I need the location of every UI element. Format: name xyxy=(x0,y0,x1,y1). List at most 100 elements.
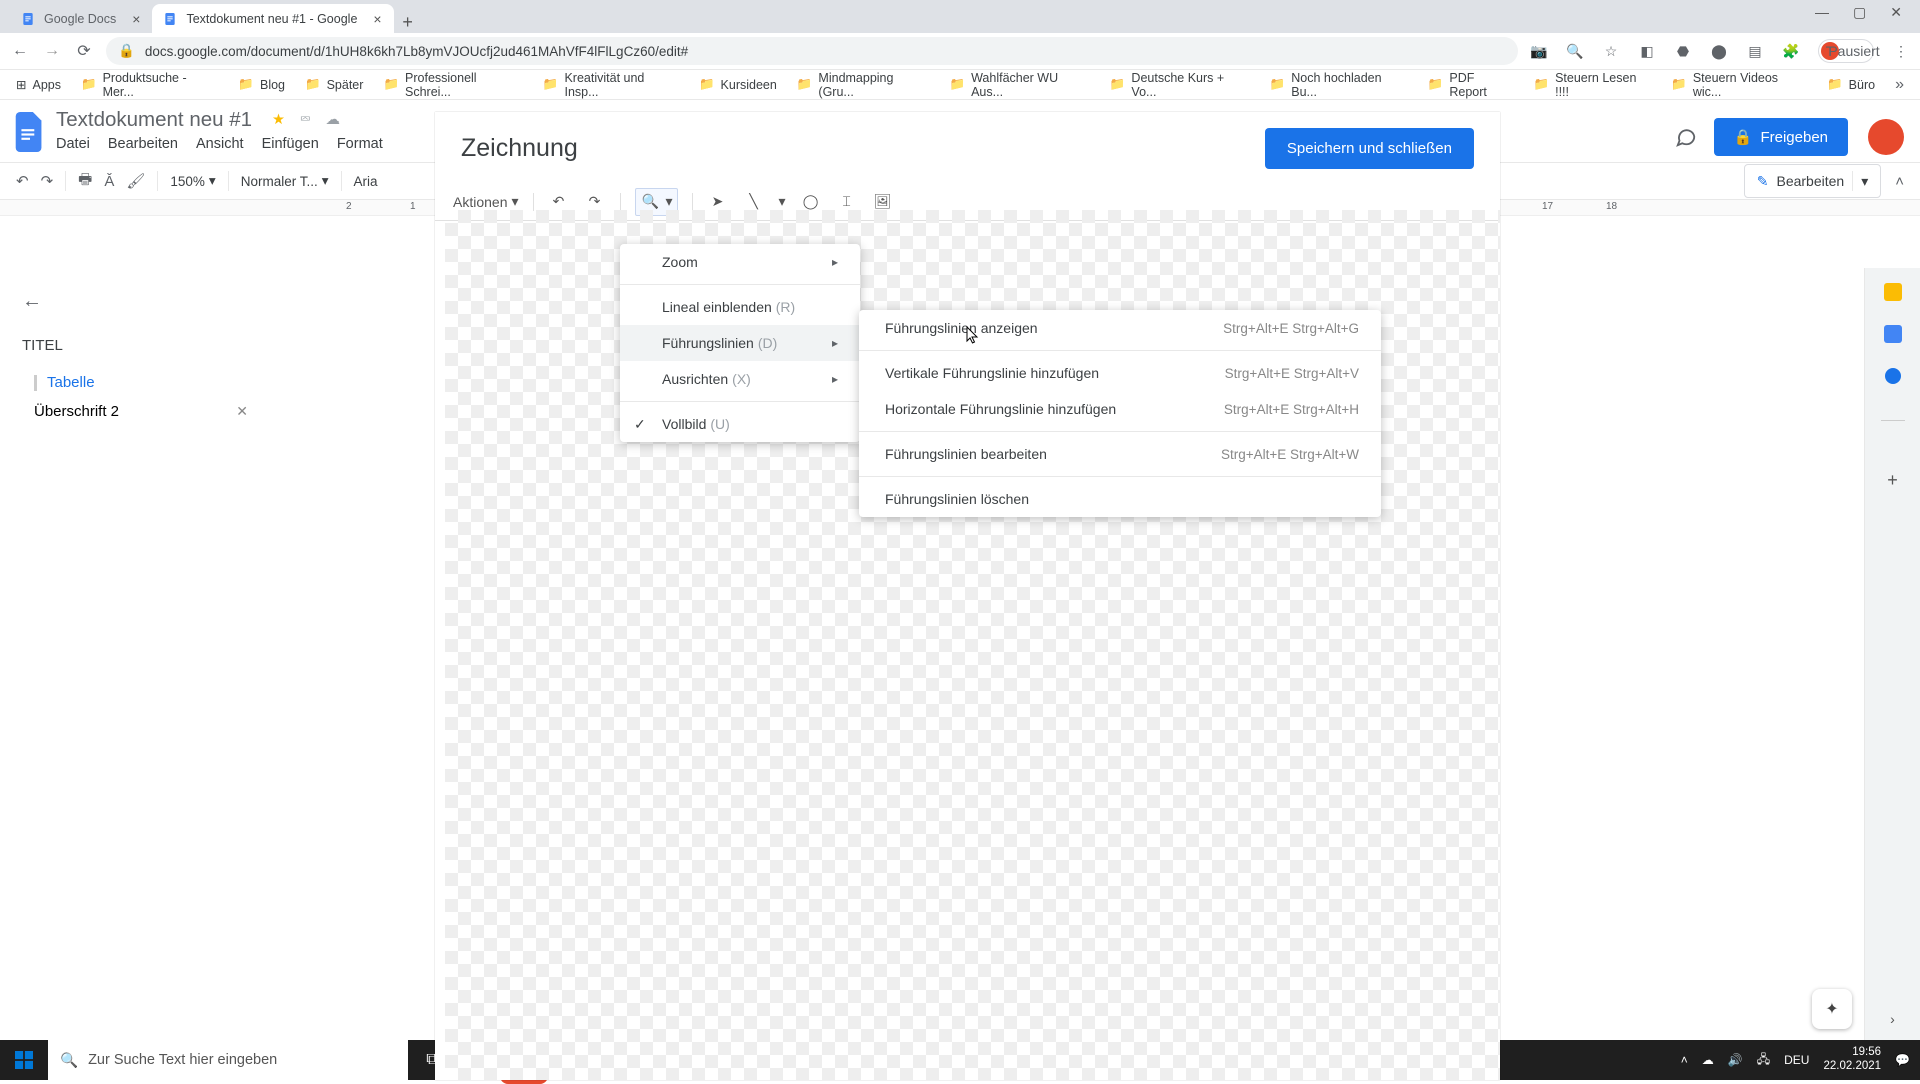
comments-icon[interactable] xyxy=(1674,125,1698,149)
move-icon[interactable]: ⮹ xyxy=(299,112,311,128)
bookmark-item[interactable]: 📁PDF Report xyxy=(1420,72,1522,98)
collapse-button[interactable]: ˄ xyxy=(1895,173,1904,190)
taskbar-search[interactable]: 🔍 Zur Suche Text hier eingeben xyxy=(48,1040,408,1080)
language-indicator[interactable]: DEU xyxy=(1784,1053,1809,1067)
tab-close-icon[interactable]: × xyxy=(373,11,381,27)
bookmark-item[interactable]: 📁Deutsche Kurs + Vo... xyxy=(1102,72,1258,98)
chevron-down-icon[interactable]: ▾ xyxy=(779,193,786,210)
maximize-icon[interactable]: ▢ xyxy=(1853,4,1866,21)
menu-format[interactable]: Format xyxy=(337,136,383,152)
lock-icon[interactable]: 🔒 xyxy=(118,43,135,59)
camera-icon[interactable]: 📷 xyxy=(1530,42,1548,60)
style-select[interactable]: Normaler T...▾ xyxy=(241,173,329,189)
menu-datei[interactable]: Datei xyxy=(56,136,90,152)
profile-chip[interactable]: T Pausiert xyxy=(1818,39,1874,63)
reload-button[interactable]: ⟳ xyxy=(74,41,94,61)
bookmark-item[interactable]: 📁Noch hochladen Bu... xyxy=(1262,72,1416,98)
chevron-down-icon: ▾ xyxy=(209,173,216,189)
collapse-panel-icon[interactable]: › xyxy=(1883,1009,1903,1029)
cloud-status-icon[interactable]: ☁ xyxy=(326,112,341,128)
volume-icon[interactable]: 🔊 xyxy=(1728,1053,1743,1067)
forward-button[interactable]: → xyxy=(42,42,62,60)
star-icon[interactable]: ☆ xyxy=(1602,42,1620,60)
bookmarks-bar: ⊞ Apps 📁Produktsuche - Mer... 📁Blog 📁Spä… xyxy=(0,70,1920,100)
tasks-icon[interactable] xyxy=(1883,366,1903,386)
outline-item-tabelle[interactable]: Tabelle xyxy=(22,368,278,397)
bookmark-item[interactable]: 📁Kreativität und Insp... xyxy=(535,72,687,98)
mode-button[interactable]: ✎ Bearbeiten ▾ xyxy=(1744,164,1881,198)
omnibox[interactable]: 🔒 docs.google.com/document/d/1hUH8k6kh7L… xyxy=(106,37,1518,65)
folder-icon: 📁 xyxy=(1534,77,1550,92)
tab-textdokument[interactable]: Textdokument neu #1 - Google × xyxy=(152,4,393,33)
clock[interactable]: 19:56 22.02.2021 xyxy=(1823,1046,1881,1074)
menu-delete-guides[interactable]: Führungslinien löschen xyxy=(859,481,1381,517)
star-icon[interactable]: ★ xyxy=(272,112,285,128)
extension1-icon[interactable]: ⬣ xyxy=(1674,42,1692,60)
bookmark-item[interactable]: 📁Wahlfächer WU Aus... xyxy=(942,72,1098,98)
bookmark-item[interactable]: 📁Kursideen xyxy=(691,72,785,98)
calendar-icon[interactable] xyxy=(1883,282,1903,302)
bookmark-item[interactable]: 📁Mindmapping (Gru... xyxy=(789,72,938,98)
explore-button[interactable]: ✦ xyxy=(1812,989,1852,1029)
save-close-button[interactable]: Speichern und schließen xyxy=(1265,128,1474,169)
menu-ruler[interactable]: Lineal einblenden (R) xyxy=(620,289,860,325)
network-icon[interactable]: 🖧 xyxy=(1757,1050,1770,1071)
bookmarks-overflow-button[interactable]: » xyxy=(1887,76,1912,94)
docs-logo-icon[interactable] xyxy=(10,108,50,156)
document-title[interactable]: Textdokument neu #1 xyxy=(56,108,252,132)
share-button[interactable]: 🔒 Freigeben xyxy=(1714,118,1848,156)
notifications-icon[interactable]: 💬 xyxy=(1895,1053,1910,1067)
bookmark-item[interactable]: 📁Professionell Schrei... xyxy=(375,72,530,98)
undo-button[interactable]: ↶ xyxy=(16,172,29,190)
close-icon[interactable]: ✕ xyxy=(1890,4,1902,21)
menu-icon[interactable]: ⋮ xyxy=(1892,42,1910,60)
outline-remove-icon[interactable]: ✕ xyxy=(236,403,278,420)
tray-chevron-icon[interactable]: ˄ xyxy=(1681,1053,1688,1067)
font-select[interactable]: Aria xyxy=(354,174,378,189)
bookmark-item[interactable]: 📁Blog xyxy=(230,72,293,98)
onedrive-icon[interactable]: ☁ xyxy=(1702,1053,1714,1067)
menu-show-guides[interactable]: Führungslinien anzeigen Strg+Alt+E Strg+… xyxy=(859,310,1381,346)
keep-icon[interactable] xyxy=(1883,324,1903,344)
extension3-icon[interactable]: ▤ xyxy=(1746,42,1764,60)
pencil-icon: ✎ xyxy=(1757,173,1769,190)
paint-format-button[interactable]: 🖌 xyxy=(126,172,145,190)
new-tab-button[interactable]: + xyxy=(394,12,422,33)
bookmark-item[interactable]: 📁Produktsuche - Mer... xyxy=(73,72,226,98)
bookmark-item[interactable]: 📁Steuern Videos wic... xyxy=(1663,72,1815,98)
account-avatar[interactable] xyxy=(1868,119,1904,155)
zoom-select[interactable]: 150%▾ xyxy=(170,173,215,189)
zoom-indicator-icon[interactable]: 🔍 xyxy=(1566,42,1584,60)
docs-favicon-icon xyxy=(20,11,36,27)
back-button[interactable]: ← xyxy=(10,42,30,60)
tab-google-docs[interactable]: Google Docs × xyxy=(10,4,152,33)
print-button[interactable]: 🖶 xyxy=(78,169,92,194)
spellcheck-button[interactable]: Ǎ xyxy=(104,173,114,190)
extensions-icon[interactable]: 🧩 xyxy=(1782,42,1800,60)
menu-guides[interactable]: Führungslinien (D) ▸ xyxy=(620,325,860,361)
browser-tab-strip: Google Docs × Textdokument neu #1 - Goog… xyxy=(0,0,1920,33)
minimize-icon[interactable]: — xyxy=(1815,4,1829,21)
apps-button[interactable]: ⊞ Apps xyxy=(8,72,69,98)
readmode-icon[interactable]: ◧ xyxy=(1638,42,1656,60)
menu-add-horizontal-guide[interactable]: Horizontale Führungslinie hinzufügen Str… xyxy=(859,391,1381,427)
outline-back-button[interactable]: ← xyxy=(22,290,278,313)
extension2-icon[interactable]: ⬤ xyxy=(1710,42,1728,60)
menu-snap[interactable]: Ausrichten (X) ▸ xyxy=(620,361,860,397)
menu-zoom[interactable]: Zoom ▸ xyxy=(620,244,860,280)
bookmark-item[interactable]: 📁Steuern Lesen !!!! xyxy=(1526,72,1660,98)
menu-add-vertical-guide[interactable]: Vertikale Führungslinie hinzufügen Strg+… xyxy=(859,355,1381,391)
bookmark-item[interactable]: 📁Büro xyxy=(1819,72,1883,98)
menu-fullscreen[interactable]: ✓ Vollbild (U) xyxy=(620,406,860,442)
menu-bearbeiten[interactable]: Bearbeiten xyxy=(108,136,178,152)
redo-button[interactable]: ↷ xyxy=(41,172,54,190)
menu-edit-guides[interactable]: Führungslinien bearbeiten Strg+Alt+E Str… xyxy=(859,436,1381,472)
menu-einfuegen[interactable]: Einfügen xyxy=(262,136,319,152)
start-button[interactable] xyxy=(0,1040,48,1080)
actions-menu[interactable]: Aktionen▾ xyxy=(453,193,519,210)
tab-close-icon[interactable]: × xyxy=(132,11,140,27)
outline-item-ueberschrift2[interactable]: Überschrift 2 ✕ xyxy=(22,397,278,426)
menu-ansicht[interactable]: Ansicht xyxy=(196,136,244,152)
add-icon[interactable]: + xyxy=(1883,470,1903,490)
bookmark-item[interactable]: 📁Später xyxy=(297,72,371,98)
